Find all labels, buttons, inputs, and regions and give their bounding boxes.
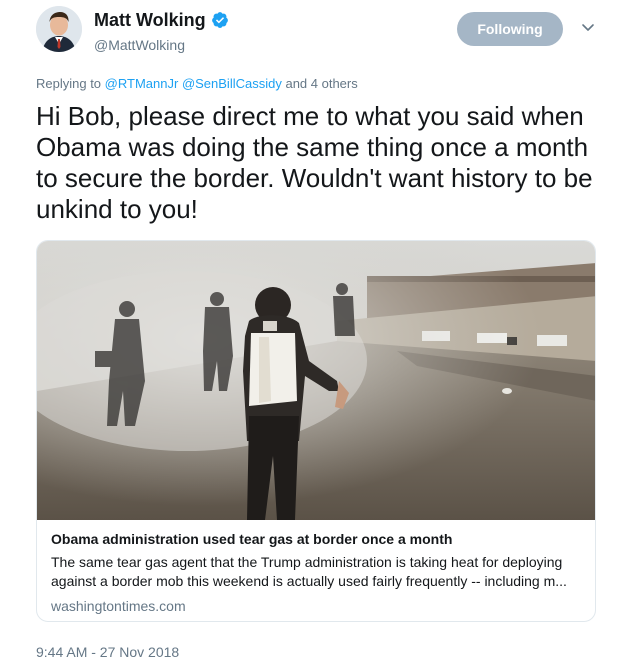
card-description: The same tear gas agent that the Trump a…	[51, 554, 567, 589]
avatar-photo	[36, 6, 82, 52]
tweet: Matt Wolking @MattWolking Following Repl…	[0, 0, 632, 669]
following-button[interactable]: Following	[457, 12, 563, 46]
author-block[interactable]: Matt Wolking @MattWolking	[94, 9, 229, 54]
mention-link[interactable]: @RTMannJr	[105, 76, 179, 91]
card-body[interactable]: Obama administration used tear gas at bo…	[51, 530, 583, 615]
card-photo-image[interactable]	[37, 241, 596, 520]
link-card[interactable]: Obama administration used tear gas at bo…	[36, 240, 596, 622]
replying-to-line: Replying to @RTMannJr @SenBillCassidy an…	[36, 76, 358, 92]
reply-others[interactable]: and 4 others	[285, 76, 357, 91]
tweet-text: Hi Bob, please direct me to what you sai…	[36, 101, 593, 224]
tweet-timestamp[interactable]: 9:44 AM - 27 Nov 2018	[36, 643, 179, 661]
reply-prefix: Replying to	[36, 76, 102, 91]
verified-badge-icon	[211, 12, 228, 28]
author-name[interactable]: Matt Wolking	[94, 9, 206, 31]
mention-link[interactable]: @SenBillCassidy	[182, 76, 282, 91]
chevron-down-icon[interactable]	[580, 21, 596, 35]
card-title[interactable]: Obama administration used tear gas at bo…	[51, 530, 583, 548]
avatar[interactable]	[36, 6, 82, 52]
author-handle[interactable]: @MattWolking	[94, 36, 229, 54]
card-domain: washingtontimes.com	[51, 598, 186, 614]
